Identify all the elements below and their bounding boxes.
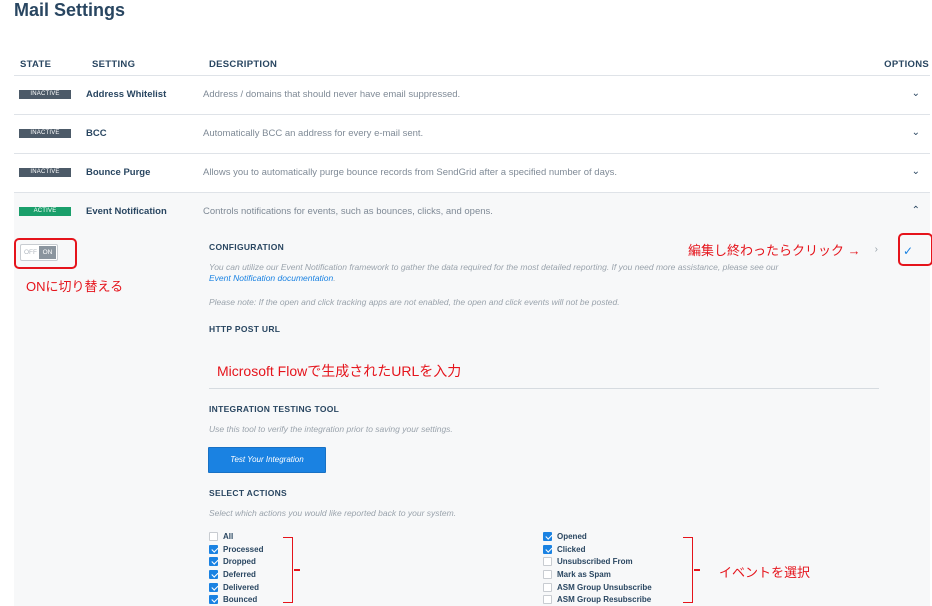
integration-testing-text: Use this tool to verify the integration … xyxy=(209,424,453,434)
http-post-url-input[interactable] xyxy=(209,388,879,389)
table-row[interactable]: INACTIVE Bounce Purge Allows you to auto… xyxy=(14,154,930,193)
setting-name: BCC xyxy=(86,128,107,139)
setting-description: Automatically BCC an address for every e… xyxy=(203,128,424,139)
table-header: STATE SETTING DESCRIPTION OPTIONS xyxy=(14,52,930,76)
toggle-annotation: ONに切り替える xyxy=(26,279,124,294)
status-badge: INACTIVE xyxy=(19,90,71,99)
status-badge: ACTIVE xyxy=(19,207,71,216)
select-actions-text: Select which actions you would like repo… xyxy=(209,508,457,518)
configuration-heading: CONFIGURATION xyxy=(209,242,285,252)
http-post-url-heading: HTTP POST URL xyxy=(209,324,281,334)
col-options: OPTIONS xyxy=(884,59,929,70)
tracking-note: Please note: If the open and click track… xyxy=(209,297,620,307)
setting-description: Address / domains that should never have… xyxy=(203,89,461,100)
chevron-down-icon[interactable]: ⌄ xyxy=(912,166,920,177)
checkbox-asm-group-unsubscribe[interactable]: ASM Group Unsubscribe xyxy=(543,582,703,595)
col-state: STATE xyxy=(20,59,52,70)
events-annotation: イベントを選択 xyxy=(719,565,811,580)
chevron-down-icon[interactable]: ⌄ xyxy=(912,88,920,99)
checkbox-opened[interactable]: Opened xyxy=(543,531,703,544)
settings-table: STATE SETTING DESCRIPTION OPTIONS INACTI… xyxy=(14,52,930,232)
test-integration-button[interactable]: Test Your Integration xyxy=(208,447,326,473)
left-bracket xyxy=(283,537,293,603)
left-bracket-tip xyxy=(294,569,300,571)
documentation-link[interactable]: Event Notification documentation xyxy=(209,273,333,283)
chevron-up-icon[interactable]: ⌃ xyxy=(912,205,920,216)
chevron-down-icon[interactable]: ⌄ xyxy=(912,127,920,138)
right-bracket xyxy=(683,537,693,603)
checkbox[interactable] xyxy=(543,582,552,592)
checkbox[interactable] xyxy=(543,557,552,567)
checkbox-asm-group-resubscribe[interactable]: ASM Group Resubscribe xyxy=(543,594,703,606)
toggle-highlight-box xyxy=(14,238,77,269)
checkbox[interactable] xyxy=(543,595,552,605)
setting-name: Address Whitelist xyxy=(86,89,167,100)
setting-name: Bounce Purge xyxy=(86,167,151,178)
checkbox-unsubscribed-from[interactable]: Unsubscribed From xyxy=(543,556,703,569)
url-annotation: Microsoft Flowで生成されたURLを入力 xyxy=(217,363,462,379)
checkbox[interactable] xyxy=(209,557,218,567)
table-row[interactable]: INACTIVE Address Whitelist Address / dom… xyxy=(14,76,930,115)
right-bracket-tip xyxy=(694,569,700,571)
checkbox[interactable] xyxy=(209,544,218,554)
table-row[interactable]: INACTIVE BCC Automatically BCC an addres… xyxy=(14,115,930,154)
checkbox[interactable] xyxy=(209,582,218,592)
checkbox[interactable] xyxy=(543,532,552,541)
integration-testing-heading: INTEGRATION TESTING TOOL xyxy=(209,404,340,414)
checkbox-mark-as-spam[interactable]: Mark as Spam xyxy=(543,569,703,582)
event-notification-panel: OFF ON CONFIGURATION You can utilize our… xyxy=(14,231,930,606)
checkbox[interactable] xyxy=(543,570,552,580)
select-actions-heading: SELECT ACTIONS xyxy=(209,488,288,498)
setting-description: Controls notifications for events, such … xyxy=(203,206,493,217)
save-highlight-box xyxy=(898,233,932,266)
page-title: Mail Settings xyxy=(14,0,126,20)
status-badge: INACTIVE xyxy=(19,168,71,177)
checkbox[interactable] xyxy=(209,532,218,541)
table-row[interactable]: ACTIVE Event Notification Controls notif… xyxy=(14,193,930,232)
setting-name: Event Notification xyxy=(86,206,167,217)
actions-right-list: Opened Clicked Unsubscribed From Mark as… xyxy=(543,531,703,606)
status-badge: INACTIVE xyxy=(19,129,71,138)
col-description: DESCRIPTION xyxy=(209,59,278,70)
checkbox[interactable] xyxy=(209,595,218,605)
checkbox-clicked[interactable]: Clicked xyxy=(543,544,703,557)
chevron-right-icon: › xyxy=(874,244,878,255)
checkbox[interactable] xyxy=(209,570,218,580)
save-annotation: 編集し終わったらクリック → xyxy=(688,243,861,258)
setting-description: Allows you to automatically purge bounce… xyxy=(203,167,617,178)
checkbox[interactable] xyxy=(543,544,552,554)
col-setting: SETTING xyxy=(92,59,136,70)
configuration-text: You can utilize our Event Notification f… xyxy=(209,262,779,283)
